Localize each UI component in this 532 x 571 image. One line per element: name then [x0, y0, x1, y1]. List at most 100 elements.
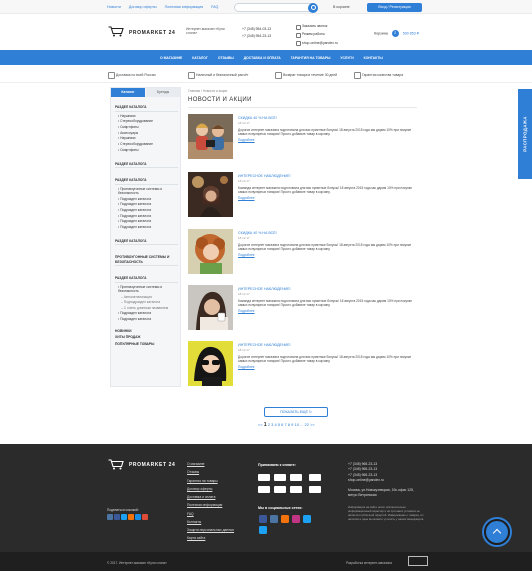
share-ok-icon[interactable] — [128, 514, 134, 520]
header-cart[interactable]: Корзина 2 500 853 ₽ — [374, 30, 419, 37]
facebook-icon[interactable] — [259, 515, 267, 523]
sidebar-item[interactable]: Противоугонные системы и безопасность — [118, 187, 178, 195]
instagram-icon[interactable] — [292, 515, 300, 523]
odnoklassniki-icon[interactable] — [281, 515, 289, 523]
footer-link[interactable]: Договор оферты — [187, 487, 234, 491]
tab-catalog[interactable]: Каталог — [111, 88, 145, 97]
pager-prev[interactable]: << — [258, 422, 263, 427]
top-nav-offer[interactable]: Договор оферты — [129, 5, 157, 9]
footer-link[interactable]: Гарантия на товары — [187, 479, 234, 483]
sidebar-popular[interactable]: ПОПУЛЯРНЫЕ ТОВАРЫ — [115, 342, 178, 348]
sidebar-hits[interactable]: ХИТЫ ПРОДАЖ — [115, 335, 178, 341]
login-button[interactable]: Вход / Регистрация — [367, 3, 422, 12]
sidebar-item[interactable]: Подраздел каталога — [118, 208, 178, 212]
nav-services[interactable]: УСЛУГИ — [340, 56, 353, 60]
footer-link[interactable]: Полезная информация — [187, 503, 234, 507]
footer-logo-text[interactable]: PROMARKET 24 — [129, 462, 175, 468]
sidebar-section[interactable]: РАЗДЕЛ КАТАЛОГА — [115, 105, 178, 112]
news-more-link[interactable]: Подробнее — [238, 138, 255, 142]
news-title[interactable]: ИНТЕРЕСНОЕ НАБЛЮДЕНИЕ! — [238, 287, 291, 291]
search-input[interactable] — [234, 3, 316, 12]
developer-logo-icon[interactable] — [408, 556, 428, 566]
sidebar-item[interactable]: Аксессуары — [118, 131, 178, 135]
footer-link[interactable]: О магазине — [187, 462, 234, 466]
sidebar-section[interactable]: РАЗДЕЛ КАТАЛОГА — [115, 239, 178, 246]
sidebar-item[interactable]: Подраздел каталога — [118, 214, 178, 218]
news-image-curly-woman[interactable] — [188, 229, 233, 274]
news-image-woman-coffee[interactable] — [188, 285, 233, 330]
nav-about[interactable]: О МАГАЗИНЕ — [160, 56, 182, 60]
news-title[interactable]: ИНТЕРЕСНОЕ НАБЛЮДЕНИЕ! — [238, 343, 291, 347]
footer-email[interactable]: shop-online@yandex.ru — [348, 478, 384, 483]
sidebar-item[interactable]: Смартфоны — [118, 125, 178, 129]
sale-side-tab[interactable]: РАСПРОДАЖА — [518, 89, 532, 179]
breadcrumb[interactable]: Главная / Новости и акции — [188, 89, 227, 93]
news-more-link[interactable]: Подробнее — [238, 196, 255, 200]
top-nav-faq[interactable]: FAQ — [211, 5, 218, 9]
footer-link[interactable]: Доставка и оплата — [187, 495, 234, 499]
sidebar-new[interactable]: НОВИНКИ — [115, 329, 178, 335]
sidebar-section[interactable]: РАЗДЕЛ КАТАЛОГА — [115, 178, 178, 185]
share-mail-icon[interactable] — [135, 514, 141, 520]
footer-link[interactable]: Контакты — [187, 520, 234, 524]
news-more-link[interactable]: Подробнее — [238, 309, 255, 313]
sidebar-subitem[interactable]: С очень длинным названием — [121, 306, 178, 310]
news-image-woman-phone[interactable] — [188, 172, 233, 217]
sidebar-item[interactable]: Наушники — [118, 114, 178, 118]
email-link[interactable]: shop-online@yandex.ru — [296, 41, 338, 47]
mini-cart-link[interactable]: В корзине — [333, 5, 350, 9]
sidebar-section[interactable]: ПРОТИВОУГОННЫЕ СИСТЕМЫ И БЕЗОПАСНОСТЬ — [115, 255, 178, 267]
nav-catalog[interactable]: КАТАЛОГ — [192, 56, 208, 60]
sidebar-item[interactable]: Стереооборудование — [118, 142, 178, 146]
sidebar-subitem[interactable]: Подподраздел каталога — [121, 300, 178, 304]
sidebar-item[interactable]: Подраздел каталога — [118, 202, 178, 206]
news-image-kids-tablet[interactable] — [188, 114, 233, 159]
search-icon[interactable] — [308, 2, 318, 13]
pager-pages[interactable]: 2 3 4 5 6 7 8 9 10 ... 22 — [268, 422, 309, 427]
sidebar-section[interactable]: РАЗДЕЛ КАТАЛОГА — [115, 276, 178, 283]
nav-contacts[interactable]: КОНТАКТЫ — [364, 56, 383, 60]
phone-2[interactable]: +7 (345) 954-23-13 — [242, 34, 271, 38]
top-nav-news[interactable]: Новости — [107, 5, 121, 9]
share-facebook-icon[interactable] — [114, 514, 120, 520]
show-more-button[interactable]: ПОКАЗАТЬ ЕЩЁ ↻ — [264, 407, 328, 417]
footer-link[interactable]: Защита персональных данных — [187, 528, 234, 532]
sidebar-item[interactable]: Подраздел каталога — [118, 219, 178, 223]
sidebar-item[interactable]: Подраздел каталога — [118, 317, 178, 321]
share-twitter-icon[interactable] — [121, 514, 127, 520]
nav-delivery[interactable]: ДОСТАВКА И ОПЛАТА — [244, 56, 281, 60]
footer-link[interactable]: FAQ — [187, 512, 234, 516]
scroll-to-top-button[interactable] — [484, 519, 510, 545]
sidebar-item[interactable]: Подраздел каталога — [118, 225, 178, 229]
sidebar-section[interactable]: РАЗДЕЛ КАТАЛОГА — [115, 162, 178, 169]
sidebar-item[interactable]: Наушники — [118, 136, 178, 140]
news-title[interactable]: СКИДКА 40 % НА ВСЁ! — [238, 116, 277, 120]
news-title[interactable]: ИНТЕРЕСНОЕ НАБЛЮДЕНИЕ! — [238, 174, 291, 178]
sidebar-item[interactable]: Подраздел каталога — [118, 197, 178, 201]
footer-link[interactable]: Отзывы — [187, 470, 234, 474]
nav-reviews[interactable]: ОТЗЫВЫ — [218, 56, 234, 60]
share-google-icon[interactable] — [142, 514, 148, 520]
share-vk-icon[interactable] — [107, 514, 113, 520]
news-more-link[interactable]: Подробнее — [238, 365, 255, 369]
sidebar-item[interactable]: Подраздел каталога — [118, 311, 178, 315]
footer-link[interactable]: Карта сайта — [187, 536, 234, 540]
news-title[interactable]: СКИДКА 40 % НА ВСЁ! — [238, 231, 277, 235]
callback-link[interactable]: Заказать звонок — [296, 24, 338, 30]
news-image-woman-sunglasses[interactable] — [188, 341, 233, 386]
twitter-icon[interactable] — [303, 515, 311, 523]
sidebar-item[interactable]: Стереооборудование — [118, 119, 178, 123]
sidebar-subitem[interactable]: Автосигнализация — [121, 295, 178, 299]
phone-1[interactable]: +7 (345) 954-03-13 — [242, 27, 271, 31]
top-nav-info[interactable]: Полезная информация — [165, 5, 204, 9]
logo-text[interactable]: PROMARKET 24 — [129, 30, 175, 36]
schedule-link[interactable]: Режим работы — [296, 32, 338, 39]
tab-brands[interactable]: Бренды — [146, 88, 180, 97]
pager-next[interactable]: >> — [310, 422, 315, 427]
nav-warranty[interactable]: ГАРАНТИЯ НА ТОВАРЫ — [291, 56, 331, 60]
twitter-secondary-icon[interactable] — [259, 526, 267, 534]
developer-credit[interactable]: Разработка интернет-магазина — [346, 561, 392, 565]
vk-icon[interactable] — [270, 515, 278, 523]
news-more-link[interactable]: Подробнее — [238, 253, 255, 257]
sidebar-item[interactable]: Смартфоны — [118, 148, 178, 152]
